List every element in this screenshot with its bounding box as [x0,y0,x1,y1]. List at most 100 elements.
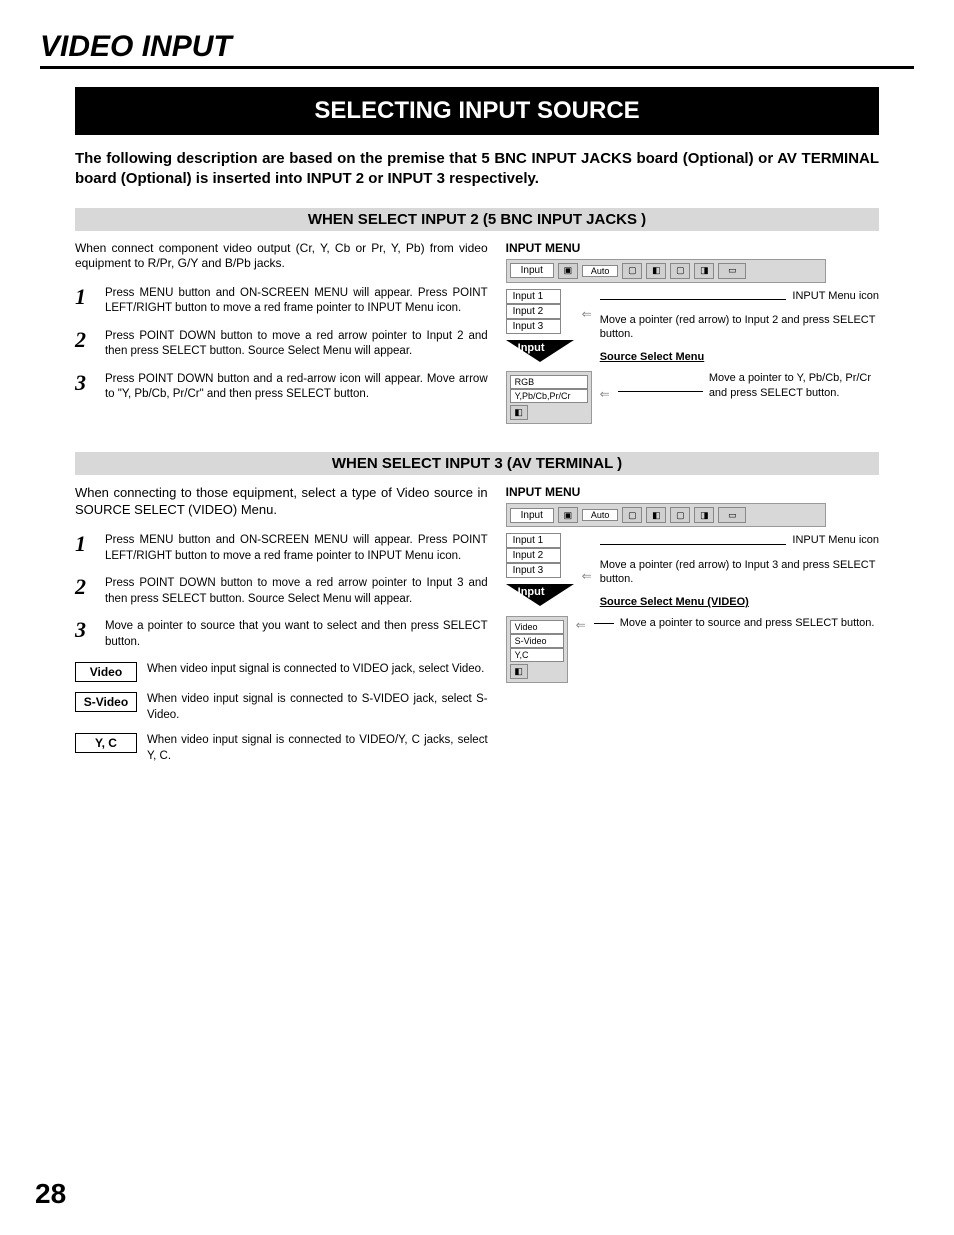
source-annot: Move a pointer to Y, Pb/Cb, Pr/Cr and pr… [709,371,879,400]
menu-bar: Input ▣ Auto ▢ ◧ ▢ ◨ ▭ [506,503,826,527]
menu-bar: Input ▣ Auto ▢ ◧ ▢ ◨ ▭ [506,259,826,283]
source-item: Video [510,620,564,634]
source-annot-col: Move a pointer to Y, Pb/Cb, Pr/Cr and pr… [618,371,879,400]
source-cluster: RGB Y,Pb/Cb,Pr/Cr ◧ ⇐ Move a pointer to … [506,371,879,424]
menu-title: INPUT MENU [506,485,879,499]
menu-icon: ◨ [694,263,714,279]
subheading-input3: WHEN SELECT INPUT 3 (AV TERMINAL ) [75,452,879,475]
menu-icon: ▢ [622,507,642,523]
step-number: 1 [75,533,95,564]
source-cluster: Video S-Video Y,C ◧ ⇐ Move a pointer to … [506,616,879,683]
leader-line [600,299,787,300]
menu-icon: ▢ [622,263,642,279]
section-a-columns: When connect component video output (Cr,… [75,241,879,425]
menu-icon: ◧ [646,507,666,523]
section-b-right: INPUT MENU Input ▣ Auto ▢ ◧ ▢ ◨ ▭ Input … [506,485,879,774]
input-list: Input 1 Input 2 Input 3 [506,289,574,334]
menu-icon: ▭ [718,263,746,279]
menu-auto-label: Auto [582,265,619,277]
step-text: Move a pointer to source that you want t… [105,619,488,650]
step-text: Press POINT DOWN button to move a red ar… [105,329,488,360]
menu-cluster: Input 1 Input 2 Input 3 Input 2 ⇐ INPUT … [506,289,879,368]
step-1: 1 Press MENU button and ON-SCREEN MENU w… [75,533,488,564]
source-item: Y,C [510,648,564,662]
step-number: 3 [75,372,95,403]
menu-icon: ◨ [694,507,714,523]
annot-icon-label: INPUT Menu icon [792,289,879,303]
label-box: Y, C [75,733,137,753]
menu-return-icon: ▣ [558,507,578,523]
label-desc: When video input signal is connected to … [147,662,484,678]
step-2: 2 Press POINT DOWN button to move a red … [75,576,488,607]
triangle-label: Input 2 [518,342,545,366]
section-a-left: When connect component video output (Cr,… [75,241,488,425]
input-column: Input 1 Input 2 Input 3 Input 3 [506,533,574,606]
label-row-svideo: S-Video When video input signal is conne… [75,692,488,723]
input-item: Input 1 [506,533,561,548]
source-item: S-Video [510,634,564,648]
annot-column: INPUT Menu icon Move a pointer (red arro… [600,533,879,612]
menu-bar-label: Input [510,263,554,278]
section-b-columns: When connecting to those equipment, sele… [75,485,879,774]
annot-move: Move a pointer (red arrow) to Input 2 an… [600,313,879,342]
menu-bar-label: Input [510,508,554,523]
input-item: Input 2 [506,304,561,319]
menu-return-icon: ▣ [558,263,578,279]
pointer-arrow-icon: ⇐ [582,533,592,583]
source-item: Y,Pb/Cb,Pr/Cr [510,389,588,403]
intro-text: The following description are based on t… [75,149,879,190]
step-text: Press POINT DOWN button to move a red ar… [105,576,488,607]
source-select-title: Source Select Menu (VIDEO) [600,596,879,608]
source-list: RGB Y,Pb/Cb,Pr/Cr ◧ [506,371,592,424]
input-item: Input 3 [506,319,561,334]
section-a-intro: When connect component video output (Cr,… [75,241,488,272]
step-text: Press POINT DOWN button and a red-arrow … [105,372,488,403]
label-desc: When video input signal is connected to … [147,733,488,764]
menu-cluster: Input 1 Input 2 Input 3 Input 3 ⇐ INPUT … [506,533,879,612]
step-number: 2 [75,576,95,607]
leader-line [600,544,787,545]
pointer-arrow-icon: ⇐ [576,616,586,632]
step-text: Press MENU button and ON-SCREEN MENU wil… [105,286,488,317]
source-list: Video S-Video Y,C ◧ [506,616,568,683]
section-a-right: INPUT MENU Input ▣ Auto ▢ ◧ ▢ ◨ ▭ Input … [506,241,879,425]
section-title: VIDEO INPUT [40,30,914,69]
page-number: 28 [35,1178,66,1210]
subheading-input2: WHEN SELECT INPUT 2 (5 BNC INPUT JACKS ) [75,208,879,231]
source-annot-col: Move a pointer to source and press SELEC… [594,616,879,630]
menu-icon: ▭ [718,507,746,523]
down-arrow-icon: Input 2 [506,340,574,362]
input-column: Input 1 Input 2 Input 3 Input 2 [506,289,574,362]
annot-icon-label: INPUT Menu icon [792,533,879,547]
source-close-icon: ◧ [510,405,528,420]
step-3: 3 Move a pointer to source that you want… [75,619,488,650]
step-2: 2 Press POINT DOWN button to move a red … [75,329,488,360]
step-text: Press MENU button and ON-SCREEN MENU wil… [105,533,488,564]
menu-title: INPUT MENU [506,241,879,255]
label-box: S-Video [75,692,137,712]
label-box: Video [75,662,137,682]
leader-line [594,623,614,630]
source-close-icon: ◧ [510,664,528,679]
menu-icon: ◧ [646,263,666,279]
source-annot: Move a pointer to source and press SELEC… [620,616,879,630]
input-item: Input 1 [506,289,561,304]
pointer-arrow-icon: ⇐ [582,289,592,321]
label-row-video: Video When video input signal is connect… [75,662,488,682]
menu-icon: ▢ [670,263,690,279]
annot-move: Move a pointer (red arrow) to Input 3 an… [600,558,879,587]
pointer-arrow-icon: ⇐ [600,371,610,401]
section-b-intro: When connecting to those equipment, sele… [75,485,488,519]
label-row-yc: Y, C When video input signal is connecte… [75,733,488,764]
source-select-title: Source Select Menu [600,351,879,363]
menu-auto-label: Auto [582,509,619,521]
leader-line [618,391,703,400]
step-number: 2 [75,329,95,360]
triangle-label: Input 3 [518,586,545,610]
input-list: Input 1 Input 2 Input 3 [506,533,574,578]
step-number: 3 [75,619,95,650]
step-1: 1 Press MENU button and ON-SCREEN MENU w… [75,286,488,317]
input-item: Input 3 [506,563,561,578]
input-item: Input 2 [506,548,561,563]
step-number: 1 [75,286,95,317]
